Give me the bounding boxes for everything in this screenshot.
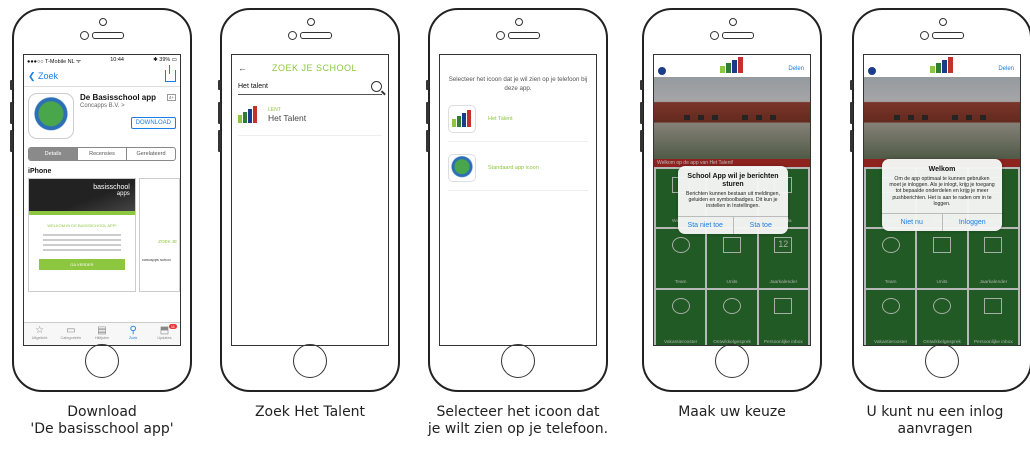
share-button[interactable]: Delen [998,66,1014,72]
tab-hitlijsten[interactable]: ▤ Hitlijsten [86,323,117,345]
tab-bar: ☆ Uitgelicht ▭ Categorieën ▤ Hitlijsten ⚲ Zo… [24,322,180,345]
back-button[interactable]: ❮ Zoek [28,71,58,82]
segment-gerelateerd[interactable]: Gerelateerd [126,148,175,160]
updates-badge: 11 [168,324,178,329]
segment-details[interactable]: Details [29,148,77,160]
search-input[interactable]: Het talent [238,83,268,90]
icon-instruction: Selecteer het icoon dat je wil zien op j… [448,76,588,92]
volume-up-button [10,102,13,124]
school-logo-icon [238,105,260,125]
age-rating: 4+ [166,94,176,101]
tab-categorieen[interactable]: ▭ Categorieën [55,323,86,345]
shot2-title: ZOEK JE [158,239,177,244]
volume-down-button [10,130,13,152]
school-logo-icon [718,57,746,75]
school-logo-icon [448,105,476,133]
alert-body: Berichten kunnen bestaan uit meldingen, … [685,191,781,210]
shot2-query: concapps schoo [141,257,171,262]
alert-title: Welkom [928,166,956,173]
app-home-screen: Delen Welkom Nieuws Agenda Team Units Ja… [863,54,1021,346]
share-button[interactable]: Delen [788,66,804,72]
screenshot-search[interactable]: ZOEK JE concapps schoo [138,178,180,292]
appstore-navbar: ❮ Zoek [24,65,180,87]
appstore-screen: ●●●○○ T-Mobile NL ᯤ 10:44 ✱ 39% ▭ ❮ Zoek… [23,54,181,346]
globe-app-icon [28,93,74,139]
app-home-screen: Delen Welkom op de app van Het Talent! W… [653,54,811,346]
tab-uitgelicht[interactable]: ☆ Uitgelicht [24,323,55,345]
search-icon[interactable] [371,81,382,92]
shot-continue-button: GA VERDER [39,259,125,270]
star-icon: ☆ [35,325,45,336]
share-icon[interactable] [165,65,176,82]
segment-recensies[interactable]: Recensies [77,148,126,160]
caption-step-3: Selecteer het icoon dat je wilt zien op … [427,404,609,437]
app-name: De Basisschool app [80,93,157,102]
phone-push-permission: Delen Welkom op de app van Het Talent! W… [640,8,822,392]
app-topbar: Delen [864,55,1020,77]
app-topbar: Delen [654,55,810,77]
search-icon: ⚲ [129,325,137,336]
caption-step-4: Maak uw keuze [678,404,786,420]
option-school-label: Het Talent [488,116,513,122]
categories-icon: ▭ [66,325,76,336]
app-header: De Basisschool app Concapps B.V. > 4+ DO… [24,87,180,141]
carrier: ●●●○○ T-Mobile NL ᯤ [27,59,82,65]
screenshot-welcome[interactable]: basisschool apps WELKOM IN DE BASISSCHOO… [28,178,136,292]
search-result-item[interactable]: LENT Het Talent [238,105,382,125]
caption-step-5: U kunt nu een inlog aanvragen [866,404,1004,437]
screenshots-strip[interactable]: basisschool apps WELKOM IN DE BASISSCHOO… [28,178,180,292]
segmented-control: Details Recensies Gerelateerd [28,147,176,161]
clock: 10:44 [110,57,124,63]
icon-select-screen: Selecteer het icoon dat je wil zien op j… [439,54,597,346]
caption-step-2: Zoek Het Talent [254,404,366,420]
alert-body: Om de app optimaal te kunnen gebruiken m… [889,176,995,207]
option-default-icon[interactable]: Standaard app icoon [448,154,588,191]
result-name: Het Talent [268,113,307,123]
shot-brand-2: apps [116,191,130,197]
download-button[interactable]: DOWNLOAD [130,117,176,129]
alert-title: School App wil je berichten sturen [687,173,779,188]
shot-brand-1: basisschool [93,184,130,191]
caption-step-1: Download 'De basisschool app' [30,404,174,437]
camera [80,31,89,40]
sensor-dot [99,18,107,26]
search-title: ZOEK JE SCHOOL [271,63,358,73]
home-button[interactable] [925,344,959,378]
phone-search: ← ZOEK JE SCHOOL Het talent LENT Het Tal… [218,8,400,392]
search-header: ← ZOEK JE SCHOOL [232,55,388,73]
globe-icon [448,154,476,182]
speaker [92,32,124,39]
battery: ✱ 39% ▭ [153,57,177,63]
phone-icon-select: Selecteer het icoon dat je wil zien op j… [426,8,608,392]
list-icon: ▤ [97,325,107,336]
status-bar: ●●●○○ T-Mobile NL ᯤ 10:44 ✱ 39% ▭ [24,55,180,66]
shot-welcome-text: WELKOM IN DE BASISSCHOOL APP! [47,223,117,228]
developer-link[interactable]: Concapps B.V. > [80,103,176,109]
home-button[interactable] [501,344,535,378]
home-button[interactable] [85,344,119,378]
menu-icon[interactable] [868,67,876,75]
phone-login-prompt: Delen Welkom Nieuws Agenda Team Units Ja… [850,8,1030,392]
login-alert: Welkom Om de app optimaal te kunnen gebr… [882,159,1003,232]
phone-appstore: ●●●○○ T-Mobile NL ᯤ 10:44 ✱ 39% ▭ ❮ Zoek… [10,8,192,392]
tab-updates[interactable]: ⬒ Updates 11 [149,323,180,345]
allow-button[interactable]: Sta toe [732,216,789,234]
shot-header: basisschool apps [29,179,135,211]
menu-icon[interactable] [658,67,666,75]
home-button[interactable] [715,344,749,378]
login-button[interactable]: Inloggen [941,214,1003,232]
not-now-button[interactable]: Niet nu [882,214,942,231]
tab-zoek[interactable]: ⚲ Zoek [118,323,149,345]
mute-switch [10,80,13,90]
option-default-label: Standaard app icoon [488,165,539,171]
school-logo-icon [928,57,956,75]
back-arrow-icon[interactable]: ← [238,63,247,73]
search-field[interactable]: Het talent [238,81,382,95]
push-permission-alert: School App wil je berichten sturen Beric… [678,166,788,234]
deny-button[interactable]: Sta niet toe [678,217,733,234]
search-screen: ← ZOEK JE SCHOOL Het talent LENT Het Tal… [231,54,389,346]
option-school-icon[interactable]: Het Talent [448,105,588,142]
home-button[interactable] [293,344,327,378]
section-label: iPhone [28,168,52,175]
